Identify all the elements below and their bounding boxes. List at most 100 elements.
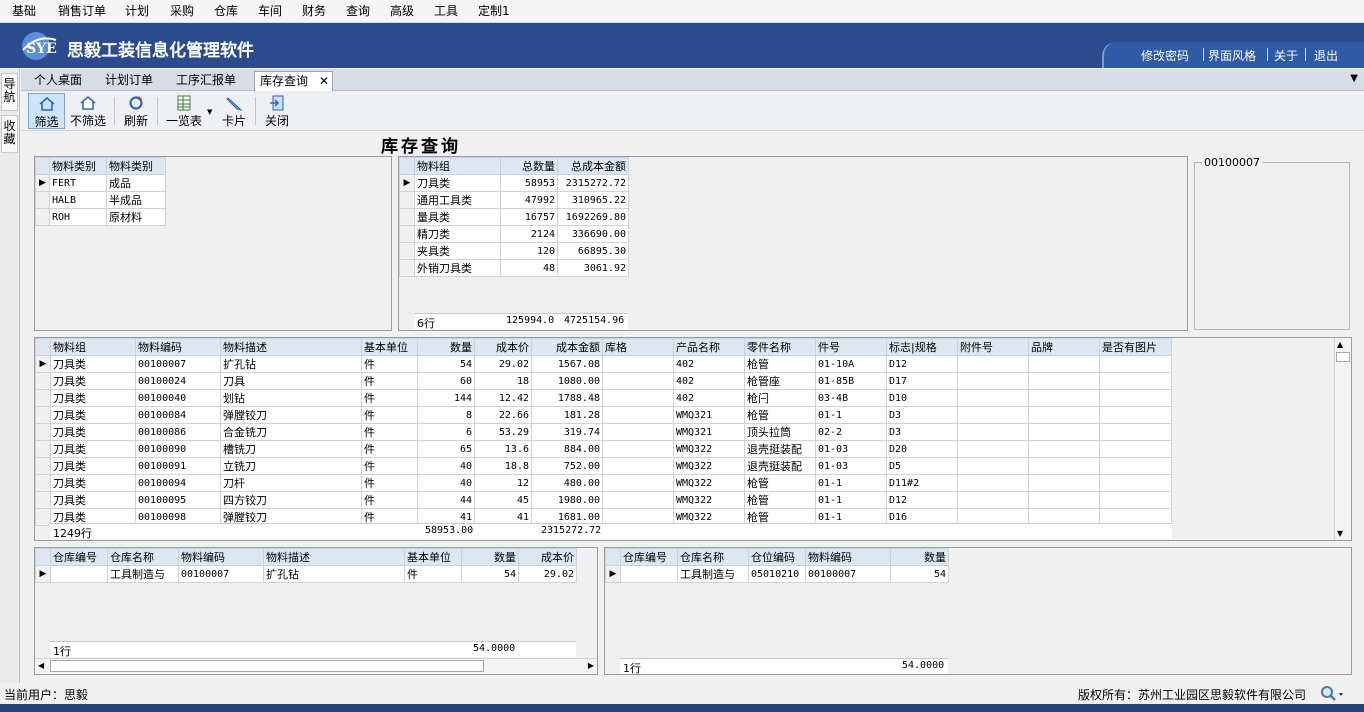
table-cell[interactable]: 01-03 bbox=[815, 457, 887, 475]
table-cell[interactable]: 18 bbox=[474, 372, 532, 390]
warehouse-horizontal-scrollbar[interactable]: ◀ ▶ bbox=[35, 658, 597, 674]
scroll-right-icon[interactable]: ▶ bbox=[588, 661, 594, 670]
table-cell[interactable]: 枪管座 bbox=[744, 372, 816, 390]
column-header[interactable]: 件号 bbox=[815, 338, 887, 356]
list-view-button[interactable]: 一览表 bbox=[164, 93, 204, 129]
table-cell[interactable]: 05010210 bbox=[748, 565, 806, 583]
table-cell[interactable]: 刀具类 bbox=[50, 491, 136, 509]
table-cell[interactable]: 402 bbox=[673, 355, 745, 373]
table-cell[interactable]: 60 bbox=[417, 372, 475, 390]
table-cell[interactable] bbox=[1099, 372, 1172, 390]
column-header[interactable]: 成本金额 bbox=[531, 338, 603, 356]
column-header[interactable]: 物料编码 bbox=[178, 548, 264, 566]
table-cell[interactable]: 件 bbox=[361, 372, 418, 390]
table-cell[interactable]: 刀具类 bbox=[50, 355, 136, 373]
menu-finance[interactable]: 财务 bbox=[302, 4, 326, 18]
table-row[interactable]: 通用工具类 47992 310965.22 bbox=[399, 191, 629, 209]
menu-warehouse[interactable]: 仓库 bbox=[214, 4, 238, 18]
table-cell[interactable]: 53.29 bbox=[474, 423, 532, 441]
table-cell[interactable] bbox=[1028, 474, 1100, 492]
table-cell[interactable]: 00100007 bbox=[178, 565, 264, 583]
table-cell[interactable]: 退壳挺装配 bbox=[744, 457, 816, 475]
interface-style-link[interactable]: 界面风格 bbox=[1208, 47, 1256, 64]
table-cell[interactable] bbox=[1028, 440, 1100, 458]
table-cell[interactable]: 弹膛铰刀 bbox=[220, 406, 362, 424]
table-row[interactable]: HALB 半成品 bbox=[35, 191, 166, 209]
menu-basic[interactable]: 基础 bbox=[12, 4, 36, 18]
table-cell[interactable]: 划钻 bbox=[220, 389, 362, 407]
column-header[interactable]: 仓库编号 bbox=[620, 548, 678, 566]
table-cell[interactable]: 立铣刀 bbox=[220, 457, 362, 475]
table-cell[interactable] bbox=[1099, 406, 1172, 424]
list-view-dropdown-icon[interactable]: ▼ bbox=[207, 108, 212, 116]
table-cell[interactable] bbox=[602, 440, 674, 458]
table-row[interactable]: 刀具类 00100091 立铣刀件 40 18.8 752.00 WMQ322 退壳挺装配 01… bbox=[35, 457, 1172, 475]
table-cell[interactable] bbox=[602, 389, 674, 407]
exit-link[interactable]: 退出 bbox=[1314, 47, 1338, 64]
table-row[interactable]: 刀具类 00100095 四方铰刀件 44 45 1980.00 WMQ322 枪管 01-1 D… bbox=[35, 491, 1172, 509]
column-header[interactable]: 基本单位 bbox=[404, 548, 462, 566]
column-header[interactable]: 仓库名称 bbox=[107, 548, 179, 566]
table-cell[interactable]: 件 bbox=[361, 457, 418, 475]
table-cell[interactable] bbox=[957, 457, 1029, 475]
table-cell[interactable]: 扩孔钻 bbox=[220, 355, 362, 373]
table-cell[interactable] bbox=[957, 440, 1029, 458]
table-cell[interactable] bbox=[1099, 440, 1172, 458]
table-cell[interactable] bbox=[602, 355, 674, 373]
menu-custom1[interactable]: 定制1 bbox=[478, 4, 510, 18]
table-cell[interactable]: 181.28 bbox=[531, 406, 603, 424]
table-cell[interactable]: 02-2 bbox=[815, 423, 887, 441]
table-cell[interactable]: 1567.08 bbox=[531, 355, 603, 373]
table-row[interactable]: 刀具类 00100040 划钻件 144 12.42 1788.48 402 枪闩 03-4B D… bbox=[35, 389, 1172, 407]
table-cell[interactable]: 1788.48 bbox=[531, 389, 603, 407]
scroll-up-icon[interactable]: ▲ bbox=[1337, 340, 1343, 349]
table-row[interactable]: ROH 原材料 bbox=[35, 208, 166, 226]
table-cell[interactable]: 319.74 bbox=[531, 423, 603, 441]
table-cell[interactable]: 顶头拉筒 bbox=[744, 423, 816, 441]
table-cell[interactable]: WMQ322 bbox=[673, 440, 745, 458]
column-header[interactable]: 是否有图片 bbox=[1099, 338, 1172, 356]
table-cell[interactable]: 00100084 bbox=[135, 406, 221, 424]
table-cell[interactable] bbox=[1099, 474, 1172, 492]
table-cell[interactable]: 1080.00 bbox=[531, 372, 603, 390]
column-header[interactable]: 物料类别 bbox=[106, 157, 166, 175]
column-header[interactable]: 物料描述 bbox=[263, 548, 405, 566]
table-cell[interactable]: 54 bbox=[890, 565, 949, 583]
table-cell[interactable] bbox=[1028, 423, 1100, 441]
table-row[interactable]: 刀具类 00100024 刀具件 60 18 1080.00 402 枪管座 01-85B D17 bbox=[35, 372, 1172, 390]
table-cell[interactable]: 01-1 bbox=[815, 406, 887, 424]
table-cell[interactable]: 6 bbox=[417, 423, 475, 441]
table-cell[interactable] bbox=[602, 372, 674, 390]
table-row[interactable]: ▶ 工具制造与 05010210 00100007 54 bbox=[605, 565, 949, 583]
table-cell[interactable]: D11#2 bbox=[886, 474, 958, 492]
sidebar-nav[interactable]: 导航 bbox=[1, 73, 18, 111]
table-cell[interactable] bbox=[957, 389, 1029, 407]
column-header[interactable]: 标志|规格 bbox=[886, 338, 958, 356]
table-cell[interactable]: 件 bbox=[361, 440, 418, 458]
table-cell[interactable]: WMQ321 bbox=[673, 423, 745, 441]
table-cell[interactable]: 40 bbox=[417, 474, 475, 492]
table-cell[interactable]: 01-10A bbox=[815, 355, 887, 373]
table-cell[interactable]: 枪管 bbox=[744, 491, 816, 509]
tab-process-report[interactable]: 工序汇报单 bbox=[171, 71, 241, 91]
column-header[interactable]: 数量 bbox=[461, 548, 519, 566]
table-cell[interactable]: D20 bbox=[886, 440, 958, 458]
menu-plan[interactable]: 计划 bbox=[125, 4, 149, 18]
material-vertical-scrollbar[interactable]: ▲ ▼ bbox=[1334, 338, 1351, 540]
table-cell[interactable]: 402 bbox=[673, 389, 745, 407]
menu-sales-order[interactable]: 销售订单 bbox=[58, 4, 106, 18]
table-row[interactable]: ▶ FERT 成品 bbox=[35, 174, 166, 192]
table-cell[interactable]: 29.02 bbox=[518, 565, 577, 583]
table-cell[interactable]: 扩孔钻 bbox=[263, 565, 405, 583]
table-cell[interactable]: 枪闩 bbox=[744, 389, 816, 407]
table-cell[interactable]: 884.00 bbox=[531, 440, 603, 458]
menu-purchase[interactable]: 采购 bbox=[170, 4, 194, 18]
change-password-link[interactable]: 修改密码 bbox=[1141, 47, 1189, 64]
table-cell[interactable] bbox=[602, 406, 674, 424]
column-header[interactable]: 数量 bbox=[890, 548, 949, 566]
table-cell[interactable]: 00100090 bbox=[135, 440, 221, 458]
column-header[interactable]: 物料编码 bbox=[135, 338, 221, 356]
tab-personal-desktop[interactable]: 个人桌面 bbox=[29, 71, 87, 91]
table-cell[interactable] bbox=[1099, 457, 1172, 475]
scroll-thumb[interactable] bbox=[1336, 352, 1350, 362]
